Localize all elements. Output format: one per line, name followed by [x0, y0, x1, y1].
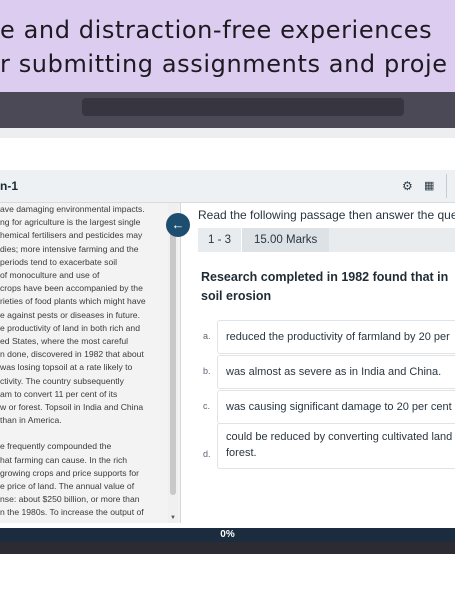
passage-line: hat farming can cause. In the rich	[0, 454, 128, 465]
option-d-text-line2: forest.	[226, 447, 257, 459]
option-d-letter: d.	[203, 449, 211, 459]
progress-label: 0%	[220, 529, 235, 540]
passage-line: e price of land. The annual value of	[0, 481, 135, 492]
passage-line: dies; more intensive farming and the	[0, 243, 139, 254]
option-d-text-line1: could be reduced by converting cultivate…	[226, 431, 453, 443]
banner-headline-line1: e and distraction-free experiences	[0, 16, 433, 44]
grid-icon[interactable]: ▦	[424, 179, 434, 192]
option-a[interactable]: reduced the productivity of farmland by …	[217, 320, 455, 354]
promo-banner: e and distraction-free experiences r sub…	[0, 0, 455, 92]
exam-app-window: n-1 ⚙ ▦ ave damaging environmental impac…	[0, 170, 455, 542]
passage-line: growing crops and price supports for	[0, 467, 140, 478]
laptop-bezel	[0, 92, 455, 128]
passage-line: e frequently compounded the	[0, 441, 112, 452]
passage-line: am to convert 11 per cent of its	[0, 388, 118, 399]
app-header: n-1 ⚙ ▦	[0, 170, 455, 203]
exam-title: n-1	[0, 179, 18, 193]
question-range: 1 - 3	[198, 228, 243, 252]
option-c-letter: c.	[203, 401, 211, 411]
camera-notch	[82, 98, 404, 116]
option-c[interactable]: was causing significant damage to 20 per…	[217, 390, 455, 424]
passage-line: rieties of food plants which might have	[0, 296, 146, 307]
passage-line: e against pests or diseases in future.	[0, 309, 140, 320]
question-meta: 1 - 3 15.00 Marks	[198, 228, 455, 252]
option-b[interactable]: was almost as severe as in India and Chi…	[217, 355, 455, 389]
option-d[interactable]: could be reduced by converting cultivate…	[217, 423, 455, 469]
option-b-letter: b.	[203, 366, 211, 376]
passage-line: crops have been accompanied by the	[0, 283, 143, 294]
option-a-letter: a.	[203, 331, 211, 341]
scroll-down-arrow-icon[interactable]: ▼	[170, 515, 176, 521]
arrow-left-icon: ←	[171, 217, 185, 232]
passage-line: ed States, where the most careful	[0, 336, 129, 347]
banner-headline-line2: r submitting assignments and proje	[0, 50, 448, 78]
pane-divider[interactable]	[180, 203, 181, 523]
progress-bar: 0%	[0, 528, 455, 542]
option-a-text: reduced the productivity of farmland by …	[226, 331, 450, 343]
gear-icon[interactable]: ⚙	[402, 179, 413, 193]
question-stem-line1: Research completed in 1982 found that in	[201, 270, 449, 284]
passage-line: n the 1980s. To increase the output of	[0, 507, 144, 518]
passage-line: nse: about $250 billion, or more than	[0, 494, 140, 505]
option-c-text: was causing significant damage to 20 per…	[226, 401, 455, 413]
screen-top-gap	[0, 128, 455, 138]
header-divider	[446, 174, 447, 198]
passage-line: e productivity of land in both rich and	[0, 322, 140, 333]
question-stem: Research completed in 1982 found that in…	[201, 268, 448, 306]
passage-line: than in America.	[0, 415, 62, 426]
option-b-text: was almost as severe as in India and Chi…	[226, 366, 442, 378]
question-stem-line2: soil erosion	[201, 289, 272, 303]
collapse-passage-button[interactable]: ←	[166, 213, 190, 237]
passage-line: ng for agriculture is the largest single	[0, 217, 141, 228]
passage-line: w or forest. Topsoil in India and China	[0, 402, 144, 413]
passage-line: hemical fertilisers and pesticides may	[0, 230, 143, 241]
passage-paragraph-2: e frequently compounded the hat farming c…	[0, 440, 180, 519]
passage-line: was losing topsoil at a rate likely to	[0, 362, 133, 373]
laptop-base	[0, 542, 455, 554]
passage-line: ctivity. The country subsequently	[0, 375, 124, 386]
reading-passage: ave damaging environmental impacts. ng fo…	[0, 203, 180, 523]
passage-line: ave damaging environmental impacts.	[0, 204, 145, 214]
passage-scrollbar-thumb[interactable]	[170, 215, 176, 495]
passage-paragraph-1: ave damaging environmental impacts. ng fo…	[0, 203, 180, 427]
passage-line: n done, discovered in 1982 that about	[0, 349, 144, 360]
passage-line: of monoculture and use of	[0, 270, 100, 281]
question-instruction: Read the following passage then answer t…	[198, 208, 455, 222]
question-marks: 15.00 Marks	[242, 228, 330, 252]
passage-line: periods tend to exacerbate soil	[0, 256, 118, 267]
